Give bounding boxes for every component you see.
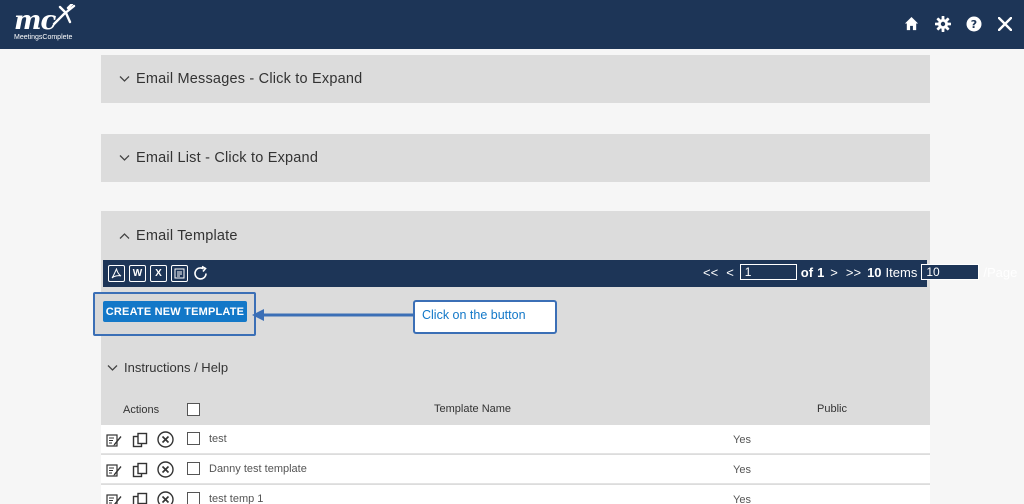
table-row: test temp 1 Yes bbox=[101, 485, 930, 504]
delete-icon[interactable] bbox=[157, 461, 174, 478]
next-page-button[interactable]: > bbox=[828, 265, 840, 280]
create-new-template-button[interactable]: CREATE NEW TEMPLATE bbox=[103, 301, 247, 322]
page-number-input[interactable] bbox=[739, 264, 797, 280]
email-messages-header[interactable]: Email Messages - Click to Expand bbox=[119, 71, 362, 87]
email-list-header[interactable]: Email List - Click to Expand bbox=[119, 150, 318, 166]
instructions-help-label: Instructions / Help bbox=[124, 360, 229, 375]
row-checkbox[interactable] bbox=[187, 462, 200, 475]
gear-icon[interactable] bbox=[933, 14, 952, 33]
last-page-button[interactable]: >> bbox=[844, 265, 863, 280]
pdf-icon[interactable] bbox=[108, 265, 125, 282]
copy-icon[interactable] bbox=[131, 431, 148, 448]
copy-icon[interactable] bbox=[131, 491, 148, 504]
pager: << < of 1 > >> 10 Items /Page bbox=[701, 264, 1017, 280]
callout-box: Click on the button bbox=[413, 300, 557, 334]
total-pages: 1 bbox=[817, 264, 825, 280]
template-name[interactable]: test bbox=[209, 433, 227, 445]
edit-icon[interactable] bbox=[105, 431, 122, 448]
grid-toolbar: W X << < of 1 > >> 10 Items /Page bbox=[103, 260, 1017, 287]
items-count: 10 bbox=[867, 264, 882, 280]
word-icon[interactable]: W bbox=[129, 265, 146, 282]
template-name-column-header[interactable]: Template Name bbox=[434, 403, 511, 415]
logo-subtitle: MeetingsComplete bbox=[14, 34, 73, 41]
app-logo[interactable]: mc MeetingsComplete bbox=[12, 4, 82, 46]
top-navbar: mc MeetingsComplete ? bbox=[0, 0, 1024, 49]
table-row: Danny test template Yes bbox=[101, 455, 930, 484]
email-template-label: Email Template bbox=[136, 228, 238, 244]
close-icon[interactable] bbox=[995, 14, 1014, 33]
callout-text: Click on the button bbox=[422, 308, 526, 322]
template-name[interactable]: test temp 1 bbox=[209, 493, 263, 504]
public-value: Yes bbox=[733, 434, 751, 446]
edit-icon[interactable] bbox=[105, 461, 122, 478]
row-checkbox[interactable] bbox=[187, 492, 200, 504]
public-value: Yes bbox=[733, 464, 751, 476]
prev-page-button[interactable]: < bbox=[724, 265, 736, 280]
svg-text:?: ? bbox=[970, 18, 976, 31]
row-checkbox[interactable] bbox=[187, 432, 200, 445]
edit-icon[interactable] bbox=[105, 491, 122, 504]
table-row: test Yes bbox=[101, 425, 930, 454]
csv-icon[interactable] bbox=[171, 265, 188, 282]
delete-icon[interactable] bbox=[157, 491, 174, 504]
email-list-panel: Email List - Click to Expand bbox=[101, 134, 930, 182]
callout-arrow bbox=[252, 309, 414, 321]
delete-icon[interactable] bbox=[157, 431, 174, 448]
of-label: of bbox=[800, 264, 814, 280]
chevron-up-icon bbox=[119, 233, 130, 239]
actions-column-header: Actions bbox=[123, 404, 160, 416]
items-label: Items bbox=[885, 264, 918, 280]
email-template-header[interactable]: Email Template bbox=[119, 228, 238, 244]
chevron-down-icon bbox=[119, 76, 130, 82]
logo-mark: mc bbox=[14, 6, 56, 36]
chevron-down-icon bbox=[107, 364, 118, 371]
refresh-icon[interactable] bbox=[192, 265, 209, 282]
plane-icon bbox=[52, 4, 76, 26]
template-name[interactable]: Danny test template bbox=[209, 463, 307, 475]
email-messages-label: Email Messages - Click to Expand bbox=[136, 71, 363, 87]
first-page-button[interactable]: << bbox=[701, 265, 720, 280]
chevron-down-icon bbox=[119, 155, 130, 161]
public-value: Yes bbox=[733, 494, 751, 504]
excel-icon[interactable]: X bbox=[150, 265, 167, 282]
public-column-header[interactable]: Public bbox=[817, 403, 847, 415]
instructions-help-toggle[interactable]: Instructions / Help bbox=[107, 360, 228, 375]
copy-icon[interactable] bbox=[131, 461, 148, 478]
home-icon[interactable] bbox=[902, 14, 921, 33]
select-all-checkbox[interactable] bbox=[187, 403, 200, 416]
email-list-label: Email List - Click to Expand bbox=[136, 150, 319, 166]
email-messages-panel: Email Messages - Click to Expand bbox=[101, 55, 930, 103]
help-icon[interactable]: ? bbox=[964, 14, 983, 33]
per-page-input[interactable] bbox=[921, 264, 980, 280]
per-page-label: /Page bbox=[983, 264, 1018, 280]
